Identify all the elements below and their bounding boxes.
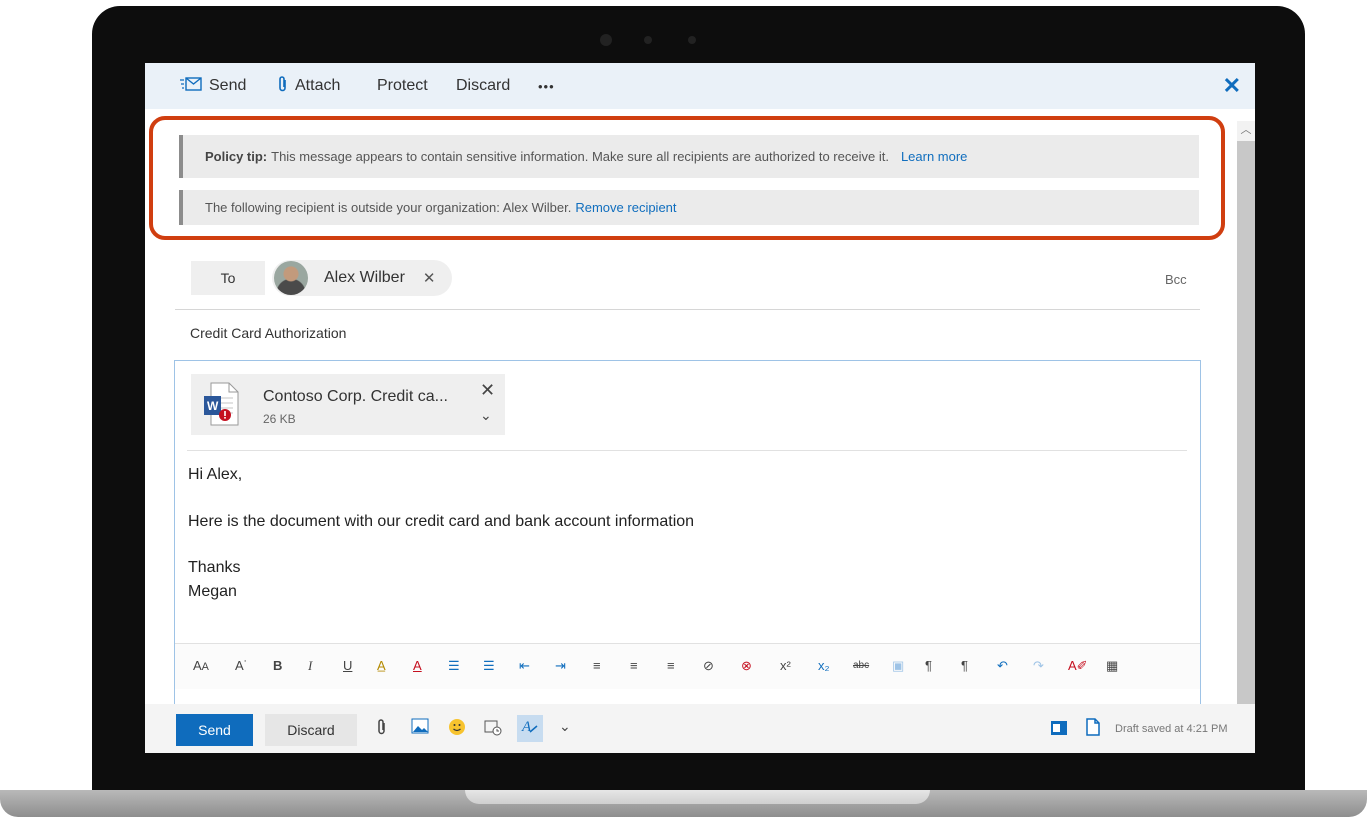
- grow-font-icon[interactable]: A˙: [235, 658, 248, 673]
- chevron-down-icon[interactable]: ⌄: [559, 718, 571, 735]
- camera-icon: [600, 34, 612, 46]
- align-center-icon[interactable]: ≡: [630, 658, 638, 673]
- more-options-icon: •••: [538, 78, 555, 94]
- message-greeting: Hi Alex,: [188, 466, 243, 483]
- office-app-icon[interactable]: [1050, 719, 1068, 742]
- font-color-icon[interactable]: A: [413, 658, 422, 673]
- redo-icon[interactable]: ↷: [1033, 658, 1044, 674]
- attachment-size: 26 KB: [263, 412, 296, 426]
- discard-toolbar-button[interactable]: Discard: [456, 63, 510, 109]
- protect-toolbar-button[interactable]: Protect: [377, 63, 428, 109]
- font-size-icon[interactable]: AA: [193, 658, 209, 673]
- save-draft-icon[interactable]: [1085, 718, 1101, 741]
- divider: [175, 309, 1200, 310]
- recipient-chip[interactable]: Alex Wilber ✕: [272, 260, 452, 296]
- insert-picture-icon[interactable]: [411, 718, 429, 739]
- compose-window: Send Attach Protect Discard ••• ✕ ︿ Poli…: [145, 63, 1255, 753]
- discard-label: Discard: [456, 77, 511, 94]
- svg-text:A: A: [521, 719, 532, 735]
- message-signature: Megan: [188, 583, 237, 600]
- table-icon[interactable]: ▦: [1106, 658, 1118, 674]
- subject-field[interactable]: Credit Card Authorization: [190, 325, 346, 341]
- ltr-icon[interactable]: ¶: [925, 658, 932, 673]
- message-closing: Thanks: [188, 559, 241, 576]
- undo-icon[interactable]: ↶: [997, 658, 1008, 674]
- remove-attachment-icon[interactable]: ✕: [480, 380, 495, 401]
- strikethrough-icon[interactable]: abc: [853, 660, 869, 671]
- word-document-icon: W: [203, 382, 239, 426]
- send-toolbar-button[interactable]: Send: [180, 63, 246, 109]
- laptop-notch: [465, 790, 930, 804]
- emoji-icon[interactable]: [448, 718, 466, 741]
- calendar-icon[interactable]: [484, 718, 502, 741]
- divider: [187, 450, 1187, 451]
- compose-toolbar: Send Attach Protect Discard ••• ✕: [145, 63, 1255, 109]
- decrease-indent-icon[interactable]: ⇤: [519, 658, 530, 674]
- highlight-icon[interactable]: A̲: [377, 658, 386, 673]
- paperclip-icon[interactable]: [377, 718, 387, 741]
- formatting-toolbar: AA A˙ B I U A̲ A ☰ ☰ ⇤ ⇥ ≡ ≡ ≡ ⊘ ⊗ x² x₂…: [175, 643, 1200, 689]
- subscript-icon[interactable]: x₂: [818, 658, 830, 673]
- sensor-icon: [688, 36, 696, 44]
- more-options-button[interactable]: •••: [538, 63, 555, 109]
- draft-status: Draft saved at 4:21 PM: [1115, 723, 1228, 735]
- highlight-box: [149, 116, 1225, 240]
- bcc-button[interactable]: Bcc: [1165, 272, 1187, 287]
- attachment-name: Contoso Corp. Credit ca...: [263, 388, 448, 405]
- clear-formatting-icon[interactable]: A✐: [1068, 658, 1088, 674]
- message-body[interactable]: W Contoso Corp. Credit ca... 26 KB ✕ ⌄ H…: [174, 360, 1201, 753]
- compose-footer: Send Discard A ⌄ Draft saved at 4:21 PM: [145, 704, 1255, 753]
- close-icon[interactable]: ✕: [1223, 73, 1241, 99]
- to-button[interactable]: To: [191, 261, 265, 295]
- italic-icon[interactable]: I: [308, 658, 312, 674]
- superscript-icon[interactable]: x²: [780, 658, 791, 673]
- bullets-icon[interactable]: ☰: [448, 658, 460, 674]
- sensor-icon: [644, 36, 652, 44]
- scrollbar[interactable]: [1237, 121, 1255, 753]
- message-line: Here is the document with our credit car…: [188, 513, 695, 530]
- remove-link-icon[interactable]: ⊗: [741, 658, 752, 674]
- attach-toolbar-button[interactable]: Attach: [278, 63, 340, 109]
- insert-image-icon[interactable]: ▣: [892, 658, 904, 674]
- remove-recipient-icon[interactable]: ✕: [423, 269, 436, 287]
- send-button[interactable]: Send: [176, 714, 253, 746]
- rtl-icon[interactable]: ¶: [961, 658, 968, 673]
- increase-indent-icon[interactable]: ⇥: [555, 658, 566, 674]
- discard-button[interactable]: Discard: [265, 714, 357, 746]
- avatar: [274, 261, 308, 295]
- send-mail-icon: [180, 77, 202, 95]
- send-label: Send: [209, 77, 247, 94]
- recipient-name: Alex Wilber: [324, 269, 405, 286]
- protect-label: Protect: [377, 77, 428, 94]
- insert-link-icon[interactable]: ⊘: [703, 658, 714, 674]
- chevron-down-icon[interactable]: ⌄: [480, 407, 492, 424]
- paperclip-icon: [278, 75, 288, 97]
- align-right-icon[interactable]: ≡: [667, 658, 675, 673]
- align-left-icon[interactable]: ≡: [593, 658, 601, 673]
- underline-icon[interactable]: U: [343, 658, 352, 673]
- numbering-icon[interactable]: ☰: [483, 658, 495, 674]
- scroll-up-icon[interactable]: ︿: [1237, 121, 1255, 141]
- format-text-icon[interactable]: A: [517, 715, 543, 742]
- attachment-card[interactable]: W Contoso Corp. Credit ca... 26 KB ✕ ⌄: [191, 374, 505, 435]
- bold-icon[interactable]: B: [273, 658, 282, 673]
- attach-label: Attach: [295, 77, 341, 94]
- svg-text:W: W: [207, 399, 219, 413]
